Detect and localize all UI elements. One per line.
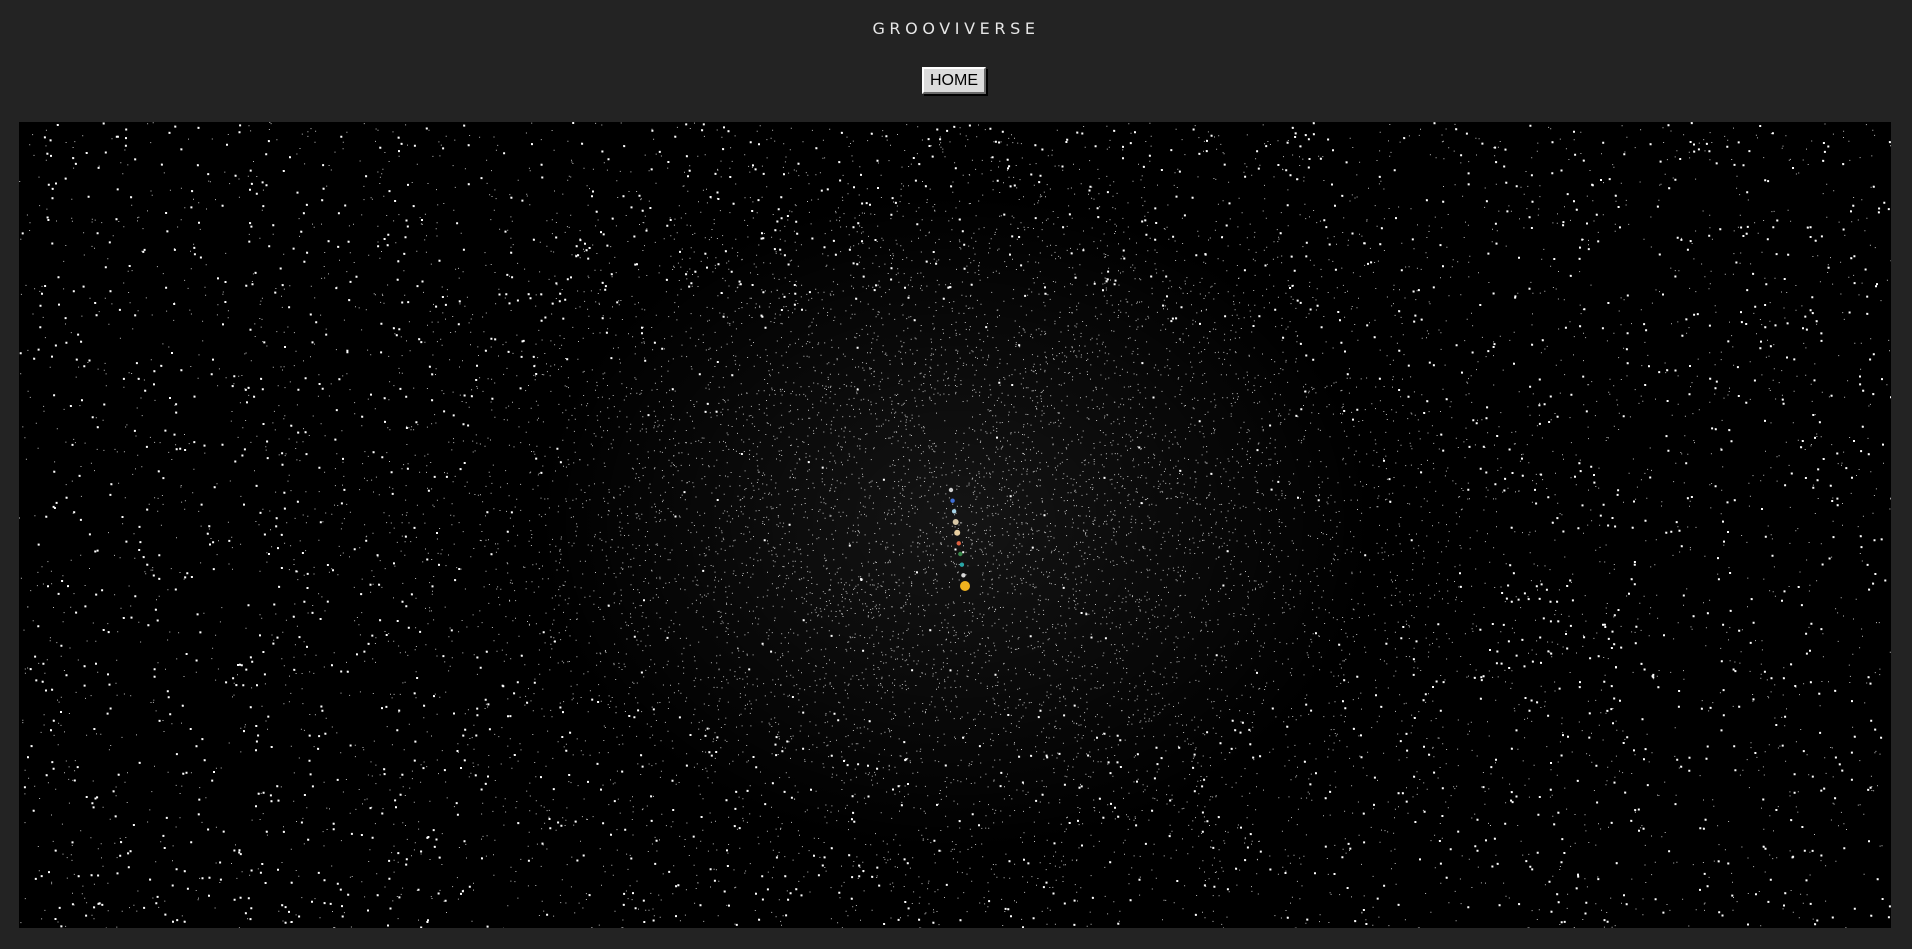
starfield-scene[interactable] — [19, 122, 1891, 928]
app-title: GROOVIVERSE — [872, 19, 1040, 38]
planet-venus — [959, 562, 965, 567]
home-button[interactable]: HOME — [922, 67, 986, 94]
planet-mercury — [961, 573, 966, 578]
planet-jupiter — [954, 529, 961, 536]
planet-mars — [956, 541, 961, 546]
planet-pluto — [948, 487, 954, 493]
planet-saturn — [952, 519, 959, 525]
planet-uranus — [951, 509, 957, 514]
planet-sun — [960, 581, 970, 591]
planet-neptune — [950, 498, 955, 503]
planet-earth — [958, 551, 963, 557]
space-viewport[interactable] — [19, 122, 1891, 928]
